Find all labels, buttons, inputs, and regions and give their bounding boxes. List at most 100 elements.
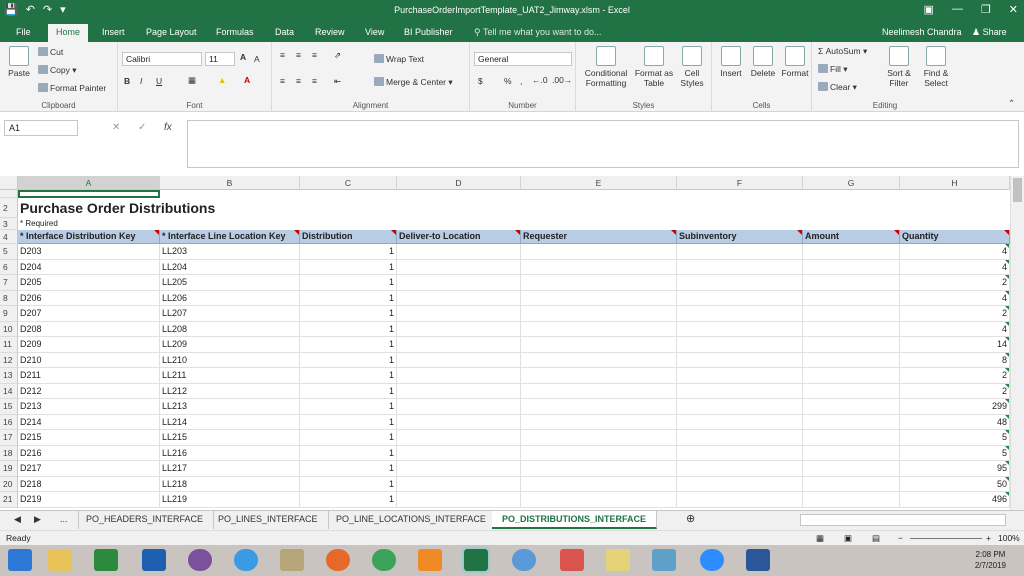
cell[interactable]: LL214 bbox=[160, 414, 300, 430]
row-header[interactable]: 19 bbox=[0, 461, 18, 477]
header-distribution[interactable]: Distribution bbox=[300, 230, 397, 244]
next-sheet-icon[interactable]: ▶ bbox=[24, 511, 51, 529]
cell[interactable] bbox=[397, 445, 521, 461]
tab-view[interactable]: View bbox=[357, 25, 392, 42]
cell[interactable] bbox=[803, 321, 900, 337]
tab-formulas[interactable]: Formulas bbox=[208, 25, 262, 42]
cell[interactable] bbox=[677, 337, 803, 353]
row-header[interactable]: 11 bbox=[0, 337, 18, 353]
files-icon[interactable] bbox=[606, 549, 630, 571]
file-icon[interactable] bbox=[652, 549, 676, 571]
cell[interactable] bbox=[521, 383, 677, 399]
format-as-table-button[interactable]: Format as Table bbox=[634, 46, 674, 88]
cell[interactable] bbox=[803, 337, 900, 353]
cell[interactable] bbox=[803, 352, 900, 368]
cell[interactable] bbox=[521, 476, 677, 492]
normal-view-icon[interactable]: ▦ bbox=[816, 531, 824, 545]
conditional-formatting-button[interactable]: Conditional Formatting bbox=[580, 46, 632, 88]
row-header[interactable]: 12 bbox=[0, 352, 18, 368]
cell[interactable]: D215 bbox=[18, 430, 160, 446]
cell[interactable]: LL211 bbox=[160, 368, 300, 384]
percent-button[interactable]: % bbox=[504, 76, 512, 86]
cell[interactable] bbox=[677, 290, 803, 306]
app-icon[interactable] bbox=[280, 549, 304, 571]
cell[interactable] bbox=[521, 337, 677, 353]
zoom-slider[interactable] bbox=[910, 538, 982, 539]
cell[interactable] bbox=[677, 306, 803, 322]
cell[interactable]: 1 bbox=[300, 244, 397, 260]
row-header[interactable]: 3 bbox=[0, 218, 18, 230]
align-center-icon[interactable]: ≡ bbox=[296, 76, 301, 86]
share-button[interactable]: ♟ Share bbox=[972, 27, 1007, 38]
shrink-font-button[interactable]: A bbox=[254, 54, 260, 64]
start-icon[interactable] bbox=[8, 549, 32, 571]
notes-icon[interactable] bbox=[560, 549, 584, 571]
cell[interactable]: 8 bbox=[900, 352, 1010, 368]
cell[interactable] bbox=[803, 306, 900, 322]
ribbon-display-icon[interactable]: ▣ bbox=[924, 3, 934, 16]
cell[interactable]: 1 bbox=[300, 337, 397, 353]
cell[interactable] bbox=[397, 383, 521, 399]
row-header[interactable]: 17 bbox=[0, 430, 18, 446]
cell[interactable] bbox=[397, 352, 521, 368]
cell[interactable]: D211 bbox=[18, 368, 160, 384]
align-middle-icon[interactable]: ≡ bbox=[296, 50, 301, 60]
cell[interactable] bbox=[521, 321, 677, 337]
align-bottom-icon[interactable]: ≡ bbox=[312, 50, 317, 60]
cell[interactable] bbox=[677, 430, 803, 446]
merge-center-button[interactable]: Merge & Center ▾ bbox=[374, 77, 453, 88]
cell[interactable] bbox=[521, 461, 677, 477]
column-header-b[interactable]: B bbox=[160, 176, 300, 190]
cell[interactable]: 48 bbox=[900, 414, 1010, 430]
cell[interactable] bbox=[803, 275, 900, 291]
insert-function-icon[interactable]: fx bbox=[164, 122, 172, 133]
scroll-thumb[interactable] bbox=[1013, 178, 1022, 202]
cell[interactable]: LL207 bbox=[160, 306, 300, 322]
row-header[interactable]: 8 bbox=[0, 290, 18, 306]
wrap-text-button[interactable]: Wrap Text bbox=[374, 54, 424, 64]
zoom-level[interactable]: 100% bbox=[998, 531, 1020, 545]
cell[interactable] bbox=[521, 275, 677, 291]
zoom-out-icon[interactable]: − bbox=[898, 531, 903, 545]
column-header-h[interactable]: H bbox=[900, 176, 1010, 190]
cell[interactable]: 14 bbox=[900, 337, 1010, 353]
page-break-view-icon[interactable]: ▤ bbox=[872, 531, 880, 545]
format-painter-button[interactable]: Format Painter bbox=[38, 83, 106, 93]
cell[interactable] bbox=[521, 368, 677, 384]
cell[interactable] bbox=[397, 244, 521, 260]
cell[interactable]: D218 bbox=[18, 476, 160, 492]
cell[interactable] bbox=[397, 492, 521, 508]
cell[interactable] bbox=[521, 430, 677, 446]
selected-cell-a1[interactable] bbox=[18, 190, 160, 198]
cell[interactable]: LL218 bbox=[160, 476, 300, 492]
row-header[interactable]: 7 bbox=[0, 275, 18, 291]
cell[interactable] bbox=[677, 414, 803, 430]
cell[interactable]: LL219 bbox=[160, 492, 300, 508]
cell[interactable] bbox=[803, 414, 900, 430]
cell[interactable]: 1 bbox=[300, 414, 397, 430]
sheet-tab-po-headers[interactable]: PO_HEADERS_INTERFACE bbox=[76, 511, 215, 529]
cell[interactable]: 2 bbox=[900, 275, 1010, 291]
name-box[interactable]: A1 bbox=[4, 120, 78, 136]
horizontal-scrollbar[interactable] bbox=[800, 514, 1006, 526]
cell[interactable]: D206 bbox=[18, 290, 160, 306]
tab-home[interactable]: Home bbox=[48, 24, 89, 42]
tab-review[interactable]: Review bbox=[307, 25, 353, 42]
excel-icon[interactable] bbox=[462, 547, 490, 573]
row-header[interactable]: 20 bbox=[0, 476, 18, 492]
column-header-e[interactable]: E bbox=[521, 176, 677, 190]
cell[interactable]: 1 bbox=[300, 321, 397, 337]
cell[interactable] bbox=[803, 461, 900, 477]
bold-button[interactable]: B bbox=[124, 76, 130, 86]
cell[interactable] bbox=[677, 476, 803, 492]
cell[interactable] bbox=[397, 337, 521, 353]
borders-icon[interactable]: ▦ bbox=[188, 75, 196, 86]
row-header[interactable]: 21 bbox=[0, 492, 18, 508]
cell[interactable]: 4 bbox=[900, 321, 1010, 337]
cell[interactable]: 1 bbox=[300, 430, 397, 446]
cell[interactable] bbox=[677, 321, 803, 337]
new-sheet-icon[interactable]: ⊕ bbox=[676, 511, 705, 529]
sort-filter-button[interactable]: Sort & Filter bbox=[884, 46, 914, 88]
cell[interactable]: 1 bbox=[300, 492, 397, 508]
cell[interactable] bbox=[803, 244, 900, 260]
